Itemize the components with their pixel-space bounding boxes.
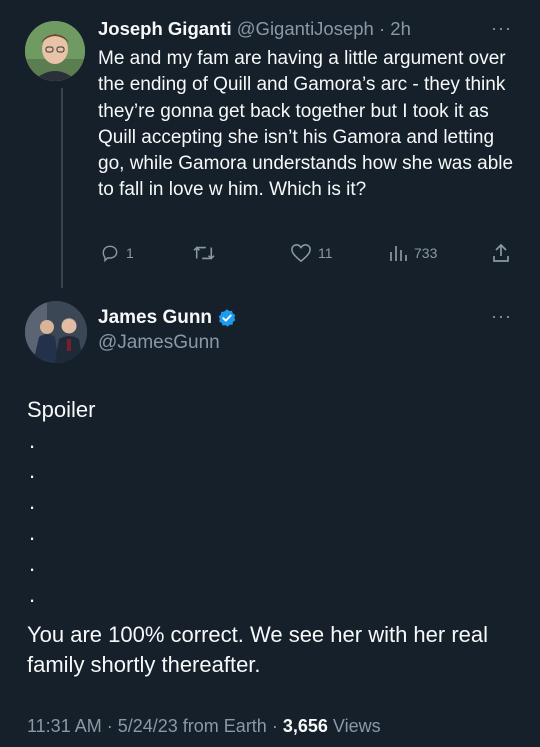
dot-line: . <box>29 520 36 545</box>
separator: · <box>373 18 391 39</box>
avatar[interactable] <box>25 301 87 363</box>
dot-line: . <box>29 428 36 453</box>
dot-line: . <box>29 489 36 514</box>
author-handle[interactable]: @JamesGunn <box>98 332 220 354</box>
avatar[interactable] <box>25 21 85 81</box>
tweet-source: from Earth <box>182 716 267 736</box>
heart-icon <box>291 244 311 263</box>
author-name[interactable]: Joseph Giganti <box>98 18 232 39</box>
spoiler-line: Spoiler <box>27 397 96 422</box>
more-options-icon[interactable]: ··· <box>491 18 512 39</box>
more-options-icon[interactable]: ··· <box>491 306 512 327</box>
user-photo-icon <box>25 21 85 81</box>
author-handle[interactable]: @GigantiJoseph <box>237 18 374 39</box>
analytics-icon <box>390 246 407 261</box>
like-count: 11 <box>318 245 333 261</box>
tweet-metadata: 11:31 AM · 5/24/23 from Earth · 3,656 Vi… <box>27 716 381 737</box>
tweet-time[interactable]: 11:31 AM <box>27 716 102 736</box>
tweet-date[interactable]: 5/24/23 <box>118 716 178 736</box>
share-icon <box>493 243 509 262</box>
timestamp[interactable]: 2h <box>390 18 411 39</box>
separator: · <box>266 716 283 736</box>
share-button[interactable] <box>491 243 511 263</box>
tweet-text: Me and my fam are having a little argume… <box>98 48 514 201</box>
reply-icon <box>102 245 118 263</box>
like-button[interactable]: 11 <box>290 243 333 263</box>
view-count: 733 <box>414 245 438 261</box>
dot-line: . <box>29 458 36 483</box>
dot-line: . <box>29 582 36 607</box>
tweet-header: Joseph Giganti @GigantiJoseph · 2h <box>98 18 411 40</box>
tweet-body: You are 100% correct. We see her with he… <box>27 622 489 677</box>
dot-line: . <box>29 551 36 576</box>
retweet-icon <box>193 246 215 260</box>
views-label: Views <box>332 716 381 736</box>
retweet-button[interactable] <box>192 243 216 263</box>
user-photo-icon <box>25 301 87 363</box>
author-name[interactable]: James Gunn <box>98 307 212 329</box>
views-button[interactable]: 733 <box>388 243 437 263</box>
separator: · <box>101 716 118 736</box>
reply-count: 1 <box>126 245 134 261</box>
views-count[interactable]: 3,656 <box>283 716 328 736</box>
tweet-actions: 1 11 733 <box>0 243 540 269</box>
verified-badge-icon <box>218 309 236 327</box>
reply-button[interactable]: 1 <box>100 243 134 263</box>
author-name-row: James Gunn <box>98 307 237 329</box>
